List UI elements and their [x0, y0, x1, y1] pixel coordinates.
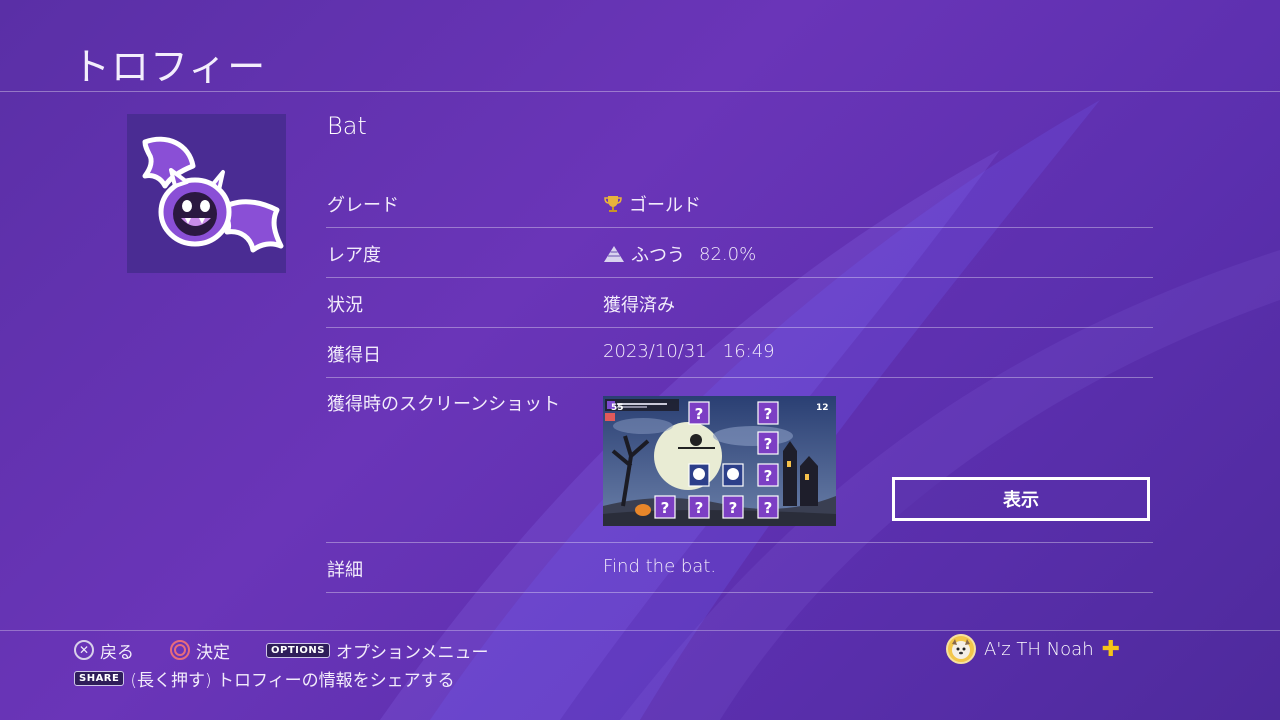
grade-row: グレード ゴールド: [326, 178, 1153, 228]
detail-label: 詳細: [327, 560, 363, 581]
date-value: 2023/10/31 16:49: [603, 341, 775, 362]
title-divider: [0, 91, 1280, 92]
ps-plus-icon: ✚: [1101, 636, 1121, 662]
svg-text:?: ?: [764, 435, 773, 453]
avatar: [946, 634, 976, 664]
halloween-game-scene: ? ? ? ? ? ? ? ? 55 12: [603, 396, 836, 526]
time-text: 16:49: [722, 341, 775, 362]
status-value: 獲得済み: [603, 295, 675, 316]
back-label: 戻る: [100, 642, 134, 663]
screenshot-row: 獲得時のスクリーンショット ? ? ? ? ? ? ? ? 55 12 表示: [326, 378, 1153, 543]
trophy-icon: [127, 114, 286, 273]
svg-text:?: ?: [695, 405, 704, 423]
screenshot-score-left: 55: [611, 403, 624, 413]
gold-trophy-icon: [604, 196, 622, 212]
screenshot-label: 獲得時のスクリーンショット: [327, 394, 561, 415]
svg-text:?: ?: [695, 499, 704, 517]
button-guide: ✕ 戻る 決定 OPTIONS オプションメニュー SHARE (長く押す) ト…: [74, 636, 488, 692]
rarity-text: ふつう: [631, 245, 685, 266]
rarity-value: ふつう 82.0%: [603, 241, 756, 267]
date-row: 獲得日 2023/10/31 16:49: [326, 328, 1153, 378]
share-button-icon: SHARE: [74, 670, 125, 686]
rarity-percent: 82.0%: [699, 243, 757, 265]
options-label: オプションメニュー: [335, 642, 489, 663]
grade-value: ゴールド: [603, 191, 701, 217]
rarity-label: レア度: [327, 245, 381, 266]
svg-text:?: ?: [729, 499, 738, 517]
page-title: トロフィー: [72, 45, 267, 89]
date-label: 獲得日: [327, 345, 381, 366]
screenshot-score-right: 12: [816, 403, 829, 413]
view-screenshot-button[interactable]: 表示: [892, 477, 1150, 521]
grade-label: グレード: [327, 195, 399, 216]
share-label: (長く押す) トロフィーの情報をシェアする: [130, 670, 455, 691]
circle-button-icon: [170, 640, 190, 660]
svg-text:?: ?: [764, 499, 773, 517]
date-text: 2023/10/31: [603, 341, 707, 362]
detail-value: Find the bat.: [603, 556, 717, 577]
button-guide-line-1: ✕ 戻る 決定 OPTIONS オプションメニュー: [74, 636, 488, 664]
cross-button-icon: ✕: [74, 640, 94, 660]
user-profile[interactable]: A'z TH Noah ✚: [946, 634, 1120, 664]
grade-text: ゴールド: [629, 195, 701, 216]
detail-row: 詳細 Find the bat.: [326, 543, 1153, 593]
rarity-pyramid-icon: [604, 246, 624, 262]
dog-avatar-icon: [952, 639, 970, 659]
footer-divider: [0, 630, 1280, 631]
trophy-info-table: グレード ゴールド レア度 ふつう 82.0% 状況 獲得済み 獲得日 2023…: [326, 178, 1153, 593]
status-row: 状況 獲得済み: [326, 278, 1153, 328]
svg-text:?: ?: [661, 499, 670, 517]
svg-text:?: ?: [764, 467, 773, 485]
bat-icon: [142, 136, 284, 253]
rarity-row: レア度 ふつう 82.0%: [326, 228, 1153, 278]
button-guide-line-2: SHARE (長く押す) トロフィーの情報をシェアする: [74, 664, 488, 692]
svg-text:?: ?: [764, 405, 773, 423]
options-button-icon: OPTIONS: [266, 642, 330, 658]
status-label: 状況: [327, 295, 363, 316]
trophy-name: Bat: [327, 112, 367, 140]
username: A'z TH Noah: [984, 638, 1094, 660]
confirm-label: 決定: [196, 642, 230, 663]
screenshot-thumbnail[interactable]: ? ? ? ? ? ? ? ? 55 12: [603, 396, 836, 526]
